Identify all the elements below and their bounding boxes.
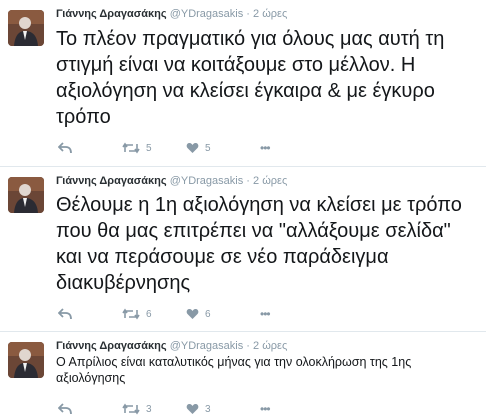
author-name[interactable]: Γιάννης Δραγασάκης — [56, 175, 167, 187]
tweet-actions: 5 5 ••• — [56, 140, 356, 156]
tweet-header: Γιάννης Δραγασάκης @YDragasakis · 2 ώρες — [56, 340, 287, 352]
tweet-text: Ο Απρίλιος είναι καταλυτικός μήνας για τ… — [56, 355, 412, 385]
tweet[interactable]: Γιάννης Δραγασάκης @YDragasakis · 2 ώρες… — [0, 0, 486, 166]
avatar-photo — [8, 10, 44, 46]
avatar[interactable] — [8, 177, 44, 213]
more-button[interactable]: ••• — [260, 140, 271, 156]
heart-icon — [186, 403, 199, 414]
retweet-button[interactable]: 3 — [122, 401, 152, 417]
reply-button[interactable] — [58, 140, 72, 156]
avatar[interactable] — [8, 10, 44, 46]
retweet-button[interactable]: 5 — [122, 140, 152, 156]
tweet-header: Γιάννης Δραγασάκης @YDragasakis · 2 ώρες — [56, 8, 287, 20]
reply-icon — [58, 403, 72, 415]
tweet-actions: 6 6 ••• — [56, 306, 356, 322]
retweet-count: 5 — [146, 142, 152, 154]
avatar[interactable] — [8, 342, 44, 378]
heart-icon — [186, 308, 199, 319]
retweet-icon — [122, 142, 140, 154]
like-button[interactable]: 5 — [186, 140, 211, 156]
retweet-count: 3 — [146, 403, 152, 415]
separator-dot: · — [246, 8, 250, 20]
like-count: 3 — [205, 403, 211, 415]
retweet-button[interactable]: 6 — [122, 306, 152, 322]
timestamp[interactable]: 2 ώρες — [253, 175, 287, 187]
more-icon: ••• — [260, 141, 271, 155]
tweet-header: Γιάννης Δραγασάκης @YDragasakis · 2 ώρες — [56, 175, 287, 187]
tweet-actions: 3 3 ••• — [56, 401, 356, 417]
reply-button[interactable] — [58, 401, 72, 417]
avatar-photo — [8, 177, 44, 213]
more-icon: ••• — [260, 402, 271, 416]
reply-icon — [58, 142, 72, 154]
author-handle[interactable]: @YDragasakis — [170, 175, 244, 187]
separator-dot: · — [246, 340, 250, 352]
author-name[interactable]: Γιάννης Δραγασάκης — [56, 340, 167, 352]
like-button[interactable]: 6 — [186, 306, 211, 322]
more-button[interactable]: ••• — [260, 401, 271, 417]
like-count: 6 — [205, 308, 211, 320]
tweet-text: Θέλουμε η 1η αξιολόγηση να κλείσει με τρ… — [56, 194, 462, 294]
heart-icon — [186, 142, 199, 153]
author-name[interactable]: Γιάννης Δραγασάκης — [56, 8, 167, 20]
like-button[interactable]: 3 — [186, 401, 211, 417]
timestamp[interactable]: 2 ώρες — [253, 8, 287, 20]
separator-dot: · — [246, 175, 250, 187]
more-icon: ••• — [260, 307, 271, 321]
more-button[interactable]: ••• — [260, 306, 271, 322]
avatar-photo — [8, 342, 44, 378]
like-count: 5 — [205, 142, 211, 154]
timestamp[interactable]: 2 ώρες — [253, 340, 287, 352]
retweet-icon — [122, 403, 140, 415]
reply-button[interactable] — [58, 306, 72, 322]
tweet-text: Το πλέον πραγματικό για όλους μας αυτή τ… — [56, 28, 445, 128]
tweet[interactable]: Γιάννης Δραγασάκης @YDragasakis · 2 ώρες… — [0, 167, 486, 331]
reply-icon — [58, 308, 72, 320]
author-handle[interactable]: @YDragasakis — [170, 8, 244, 20]
retweet-count: 6 — [146, 308, 152, 320]
tweet[interactable]: Γιάννης Δραγασάκης @YDragasakis · 2 ώρες… — [0, 332, 486, 416]
retweet-icon — [122, 308, 140, 320]
author-handle[interactable]: @YDragasakis — [170, 340, 244, 352]
